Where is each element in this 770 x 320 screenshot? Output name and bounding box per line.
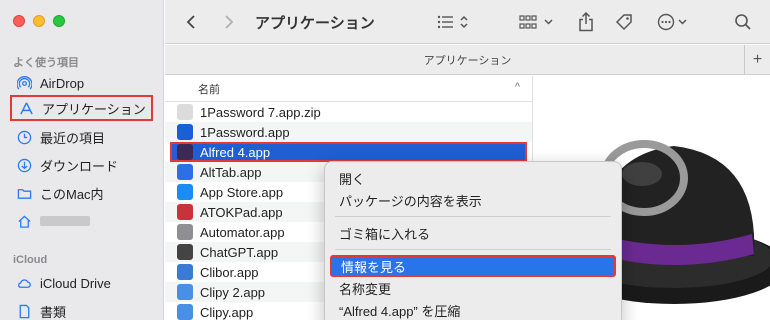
app-icon (177, 104, 193, 120)
tag-icon (615, 14, 632, 31)
redacted-username (40, 216, 90, 226)
download-icon (16, 157, 32, 173)
sidebar-item-label: このMac内 (40, 186, 104, 202)
window-title: アプリケーション (255, 15, 375, 32)
tag-button[interactable] (613, 10, 635, 34)
toolbar: アプリケーション (165, 0, 770, 44)
menu-separator (335, 216, 611, 217)
ellipsis-circle-icon (657, 13, 687, 31)
menu-item[interactable]: 情報を見る (330, 255, 616, 277)
sidebar-item-home[interactable] (10, 208, 155, 234)
zoom-window-button[interactable] (53, 15, 65, 27)
file-name: ATOKPad.app (200, 204, 283, 220)
file-name: 1Password 7.app.zip (200, 104, 321, 120)
airdrop-icon (16, 75, 32, 91)
app-icon (177, 284, 193, 300)
sidebar-item-airdrop[interactable]: AirDrop (10, 70, 155, 96)
menu-item[interactable]: “Alfred 4.app” を圧縮 (325, 299, 621, 320)
sidebar-item-downloads[interactable]: ダウンロード (10, 152, 155, 178)
share-icon (579, 12, 593, 32)
file-name: App Store.app (200, 184, 284, 200)
back-button[interactable] (181, 10, 201, 34)
file-name: Clipy 2.app (200, 284, 266, 300)
sidebar-item-applications[interactable]: アプリケーション (10, 95, 153, 121)
file-row[interactable]: 1Password 7.app.zip (165, 102, 532, 122)
menu-item[interactable]: 開く (325, 167, 621, 189)
file-name: AltTab.app (200, 164, 262, 180)
sidebar-item-recents[interactable]: 最近の項目 (10, 124, 155, 150)
applications-icon (18, 100, 34, 116)
search-button[interactable] (732, 10, 754, 34)
sidebar-item-label: アプリケーション (42, 101, 146, 117)
name-column-header[interactable]: 名前 ^ (165, 76, 532, 102)
favorites-heading: よく使う項目 (13, 57, 79, 69)
list-view-icon (437, 15, 468, 29)
sidebar-item-documents[interactable]: 書類 (10, 298, 155, 320)
sidebar-item-label: iCloud Drive (40, 275, 111, 291)
tab-applications[interactable]: アプリケーション (424, 52, 512, 68)
sidebar-item-label: 書類 (40, 304, 67, 320)
close-window-button[interactable] (13, 15, 25, 27)
file-name: Automator.app (200, 224, 285, 240)
new-tab-button[interactable]: + (744, 45, 770, 75)
tab-bar: アプリケーション + (165, 45, 770, 75)
clock-icon (16, 129, 32, 145)
document-icon (16, 303, 32, 319)
folder-icon (16, 185, 32, 201)
group-button[interactable] (518, 10, 558, 34)
chevron-right-icon (225, 15, 234, 29)
more-actions-button[interactable] (655, 10, 695, 34)
app-icon (177, 244, 193, 260)
grid-icon (519, 15, 553, 29)
sidebar-item-label: ダウンロード (40, 158, 119, 174)
menu-item[interactable]: ゴミ箱に入れる (325, 222, 621, 244)
view-list-button[interactable] (435, 10, 473, 34)
app-icon (177, 264, 193, 280)
app-icon (177, 224, 193, 240)
menu-separator (335, 249, 611, 250)
home-icon (16, 213, 32, 229)
sidebar-item-icloud-drive[interactable]: iCloud Drive (10, 270, 155, 296)
search-icon (735, 14, 751, 30)
file-name: 1Password.app (200, 124, 290, 140)
menu-item[interactable]: 名称変更 (325, 277, 621, 299)
minimize-window-button[interactable] (33, 15, 45, 27)
file-name: Clibor.app (200, 264, 259, 280)
file-row[interactable]: 1Password.app (165, 122, 532, 142)
file-name: Alfred 4.app (200, 144, 271, 160)
file-row[interactable]: Alfred 4.app (170, 142, 527, 162)
context-menu: 開く パッケージの内容を表示 ゴミ箱に入れる 情報を見る 名称変更 “Alfred 4.a… (324, 161, 622, 320)
sidebar-item-label: 最近の項目 (40, 130, 106, 146)
window-controls (13, 15, 65, 27)
column-header-label: 名前 (198, 83, 220, 96)
sidebar-item-label: AirDrop (40, 75, 85, 91)
sidebar: よく使う項目 AirDrop アプリケーション 最近の項目 ダウンロード このM… (0, 0, 164, 320)
app-icon (177, 164, 193, 180)
app-icon (177, 144, 193, 160)
file-name: ChatGPT.app (200, 244, 279, 260)
file-name: Clipy.app (200, 304, 254, 320)
app-icon (177, 124, 193, 140)
cloud-icon (16, 275, 32, 291)
menu-item[interactable]: パッケージの内容を表示 (325, 189, 621, 211)
chevron-left-icon (186, 15, 195, 29)
app-icon (177, 304, 193, 320)
sort-chevron-up-icon: ^ (514, 81, 520, 93)
plus-icon: + (752, 51, 763, 68)
sidebar-item-this-mac[interactable]: このMac内 (10, 180, 155, 206)
forward-button[interactable] (219, 10, 239, 34)
app-icon (177, 184, 193, 200)
icloud-heading: iCloud (13, 254, 48, 266)
share-button[interactable] (575, 10, 597, 34)
app-icon (177, 204, 193, 220)
